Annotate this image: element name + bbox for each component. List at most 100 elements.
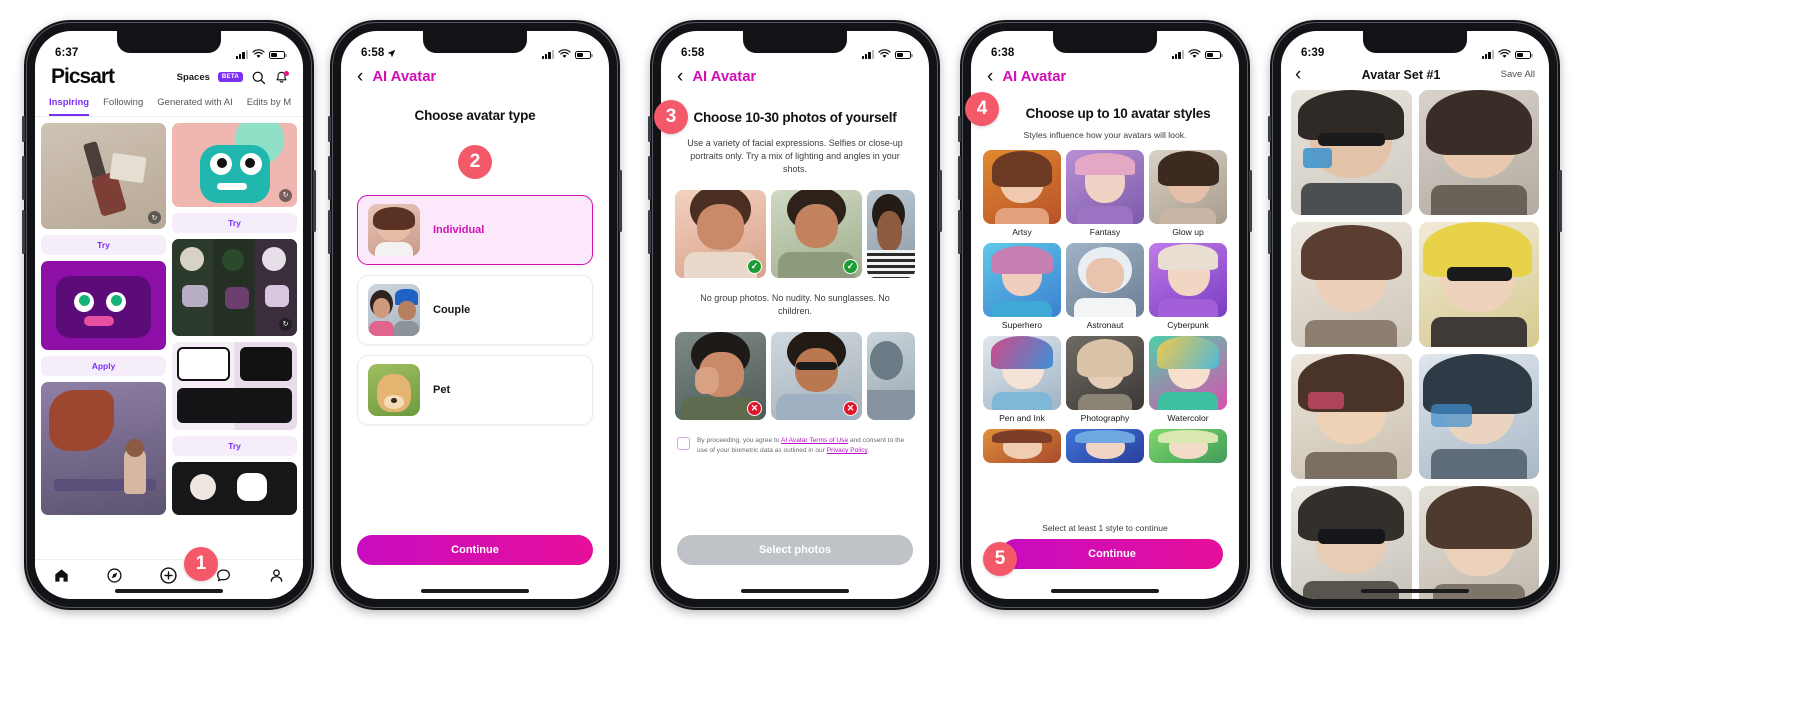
style-astronaut[interactable]: Astronaut	[1066, 243, 1144, 330]
feed-card[interactable]	[172, 462, 297, 515]
page-title: AI Avatar	[692, 68, 757, 85]
feed-card[interactable]: ↻	[172, 123, 297, 207]
app-bar: ‹ Avatar Set #1 Save All	[1281, 61, 1549, 90]
feed-card[interactable]	[41, 261, 166, 351]
style-thumbnail	[983, 336, 1061, 410]
avatar-result[interactable]	[1291, 486, 1412, 599]
valid-check-icon: ✓	[843, 259, 858, 275]
try-button[interactable]: Try	[41, 235, 166, 256]
terms-text: By proceeding, you agree to AI Avatar Te…	[697, 436, 913, 456]
section-heading: Choose avatar type	[414, 108, 536, 123]
section-subtext: Styles influence how your avatars will l…	[1023, 130, 1187, 140]
compass-icon[interactable]	[106, 567, 123, 584]
feed-card[interactable]: ↻	[41, 123, 166, 230]
option-thumbnail	[368, 284, 420, 336]
style-photography[interactable]: Photography	[1066, 336, 1144, 423]
style-label: Astronaut	[1086, 320, 1124, 330]
style-fantasy[interactable]: Fantasy	[1066, 150, 1144, 237]
invalid-x-icon: ✕	[747, 401, 762, 417]
search-icon[interactable]	[251, 70, 266, 85]
style-superhero[interactable]: Superhero	[983, 243, 1061, 330]
person-icon[interactable]	[268, 567, 285, 584]
back-icon[interactable]: ‹	[1295, 65, 1301, 84]
option-pet[interactable]: Pet	[357, 355, 593, 425]
style-thumbnail	[1149, 429, 1227, 463]
battery-icon	[1515, 50, 1533, 59]
notification-dot	[284, 70, 289, 76]
avatar-result[interactable]	[1418, 222, 1539, 347]
avatar-result[interactable]	[1291, 222, 1412, 347]
screenshot-root: 6:37 Picsart Spaces BETA Inspiring Follo…	[0, 0, 1800, 721]
app-bar: ‹ AI Avatar	[341, 61, 609, 90]
cellular-signal-icon	[235, 50, 248, 59]
option-couple[interactable]: Couple	[357, 275, 593, 345]
style-watercolor[interactable]: Watercolor	[1149, 336, 1227, 423]
page-title: AI Avatar	[372, 68, 437, 85]
photo-row-invalid[interactable]: ✕ ✕	[661, 332, 929, 421]
step-badge-2: 2	[458, 145, 492, 179]
tab-inspiring[interactable]: Inspiring	[49, 97, 90, 116]
tab-following[interactable]: Following	[103, 97, 143, 116]
home-icon[interactable]	[53, 567, 70, 584]
style-artsy[interactable]: Artsy	[983, 150, 1061, 237]
feed-grid[interactable]: ↻ Try Apply ↻ Try ↻ Try	[35, 117, 303, 515]
photo-row-valid[interactable]: ✓ ✓	[661, 190, 929, 279]
back-icon[interactable]: ‹	[987, 67, 993, 86]
style-cyberpunk[interactable]: Cyberpunk	[1149, 243, 1227, 330]
step-badge-5: 5	[983, 542, 1017, 576]
avatar-result[interactable]	[1418, 354, 1539, 479]
photo-thumbnail[interactable]	[867, 332, 915, 421]
style-label: Fantasy	[1089, 227, 1121, 237]
feed-card[interactable]: ↻	[172, 238, 297, 336]
style-extra-3[interactable]	[1149, 429, 1227, 463]
cellular-signal-icon	[861, 50, 874, 59]
phone-2-avatar-type: 6:58 ‹ AI Avatar Choose avatar type 2 In…	[328, 20, 622, 610]
style-label: Artsy	[1012, 227, 1032, 237]
apply-button[interactable]: Apply	[41, 356, 166, 377]
style-extra-2[interactable]	[1066, 429, 1144, 463]
save-all-button[interactable]: Save All	[1501, 69, 1535, 80]
terms-consent[interactable]: By proceeding, you agree to AI Avatar Te…	[661, 436, 929, 456]
back-icon[interactable]: ‹	[677, 67, 683, 86]
photo-thumbnail[interactable]: ✕	[771, 332, 862, 421]
status-time: 6:37	[55, 47, 79, 59]
privacy-policy-link[interactable]: Privacy Policy	[827, 447, 868, 454]
back-icon[interactable]: ‹	[357, 67, 363, 86]
phone-4-choose-styles: 6:38 ‹ AI Avatar Choose up to 10 avatar …	[958, 20, 1252, 610]
continue-button[interactable]: Continue	[1001, 539, 1223, 569]
phone-1-feed: 6:37 Picsart Spaces BETA Inspiring Follo…	[22, 20, 316, 610]
photo-thumbnail[interactable]: ✓	[675, 190, 766, 279]
avatar-result[interactable]	[1418, 486, 1539, 599]
try-button[interactable]: Try	[172, 212, 297, 233]
option-thumbnail	[368, 204, 420, 256]
style-pen-and-ink[interactable]: Pen and Ink	[983, 336, 1061, 423]
spaces-link[interactable]: Spaces	[177, 72, 210, 83]
tab-edits-by[interactable]: Edits by M	[247, 97, 291, 116]
terms-of-use-link[interactable]: AI Avatar Terms of Use	[781, 437, 848, 444]
terms-checkbox[interactable]	[677, 437, 690, 451]
continue-button[interactable]: Continue	[357, 535, 593, 565]
phone-3-choose-photos: 6:58 ‹ AI Avatar Choose 10-30 photos of …	[648, 20, 942, 610]
photo-thumbnail[interactable]: ✕	[675, 332, 766, 421]
photo-thumbnail[interactable]	[867, 190, 915, 279]
section-heading: Choose up to 10 avatar styles	[1025, 106, 1211, 121]
feed-card[interactable]	[172, 341, 297, 431]
style-extra-1[interactable]	[983, 429, 1061, 463]
photo-thumbnail[interactable]: ✓	[771, 190, 862, 279]
avatar-result[interactable]	[1291, 354, 1412, 479]
section-heading: Choose 10-30 photos of yourself	[693, 110, 897, 125]
avatar-result[interactable]	[1291, 90, 1412, 215]
select-photos-button[interactable]: Select photos	[677, 535, 913, 565]
plus-icon[interactable]	[159, 566, 178, 585]
tab-generated-with-ai[interactable]: Generated with AI	[157, 97, 233, 116]
avatar-result[interactable]	[1418, 90, 1539, 215]
style-grid[interactable]: Artsy Fantasy Glow up Superhero Astronau…	[971, 150, 1239, 463]
battery-icon	[1205, 50, 1223, 59]
style-glow-up[interactable]: Glow up	[1149, 150, 1227, 237]
try-button[interactable]: Try	[172, 436, 297, 457]
app-bar: ‹ AI Avatar	[971, 61, 1239, 90]
avatar-results-grid[interactable]	[1281, 90, 1549, 599]
chat-icon[interactable]	[215, 567, 232, 584]
feed-card[interactable]	[41, 382, 166, 515]
option-individual[interactable]: Individual	[357, 195, 593, 265]
